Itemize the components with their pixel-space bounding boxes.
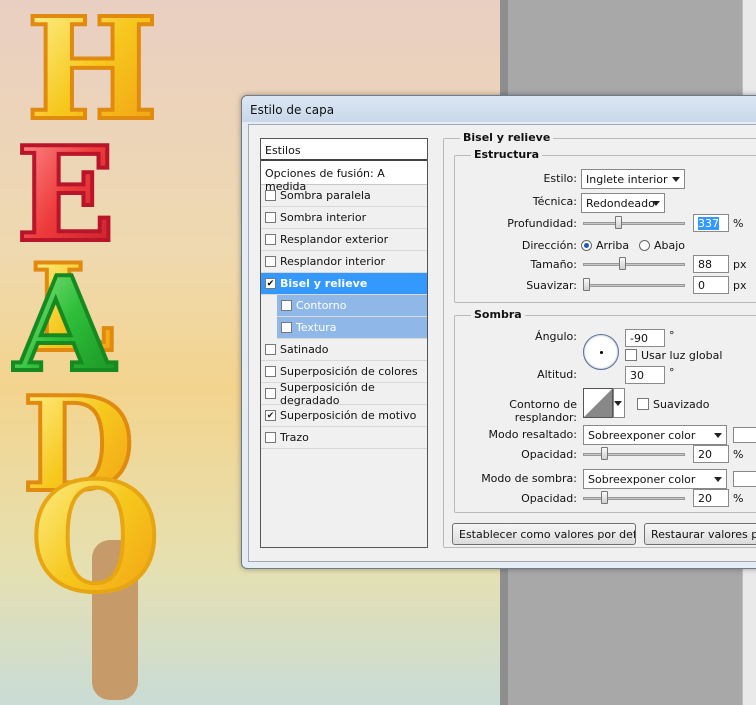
soften-slider[interactable]	[583, 278, 685, 292]
checkbox[interactable]	[265, 344, 276, 355]
style-item-contour[interactable]: Contorno	[277, 295, 427, 317]
size-slider[interactable]	[583, 257, 685, 271]
checkbox[interactable]	[265, 190, 276, 201]
style-item-inner-shadow[interactable]: Sombra interior	[261, 207, 427, 229]
angle-dial[interactable]	[583, 334, 619, 370]
highlight-mode-label: Modo resaltado:	[488, 428, 577, 441]
checkbox-checked[interactable]: ✔	[265, 410, 276, 421]
styles-list: Estilos Opciones de fusión: A medida Som…	[260, 138, 428, 548]
style-label: Estilo:	[543, 172, 577, 185]
style-item-gradient-overlay[interactable]: Superposición de degradado	[261, 381, 427, 407]
soften-unit: px	[733, 279, 747, 292]
slider-thumb[interactable]	[583, 278, 590, 291]
dropdown-arrow-icon	[614, 401, 622, 406]
reset-default-button[interactable]: Restaurar valores por d	[644, 523, 756, 545]
global-light-label: Usar luz global	[641, 349, 723, 362]
highlight-opacity-input[interactable]: 20	[693, 445, 729, 463]
dialog-title: Estilo de capa	[250, 103, 335, 117]
bevel-style-select[interactable]: Inglete interior	[581, 169, 685, 189]
checkbox[interactable]	[265, 256, 276, 267]
contour-curve-icon	[584, 389, 612, 417]
shadow-mode-label: Modo de sombra:	[481, 472, 577, 485]
depth-slider[interactable]	[583, 216, 685, 230]
dialog-body: Estilos Opciones de fusión: A medida Som…	[248, 124, 756, 562]
direction-down-radio[interactable]	[639, 240, 650, 251]
gloss-contour-label: Contorno de resplandor:	[509, 398, 577, 424]
size-unit: px	[733, 258, 747, 271]
slider-thumb[interactable]	[619, 257, 626, 270]
letter-o: O	[30, 450, 161, 626]
checkbox[interactable]	[281, 300, 292, 311]
highlight-opacity-label: Opacidad:	[521, 448, 577, 461]
shadow-opacity-label: Opacidad:	[521, 492, 577, 505]
style-item-satin[interactable]: Satinado	[261, 339, 427, 361]
style-item-texture[interactable]: Textura	[277, 317, 427, 339]
dropdown-arrow-icon	[714, 477, 722, 482]
bevel-emboss-group: Bisel y relieve Estructura Estilo: Ingle…	[443, 131, 756, 548]
depth-label: Profundidad:	[507, 217, 577, 230]
soften-label: Suavizar:	[526, 279, 577, 292]
depth-input[interactable]: 337	[693, 214, 729, 232]
direction-up-radio[interactable]	[581, 240, 592, 251]
style-item-bevel-emboss[interactable]: ✔ Bisel y relieve	[261, 273, 427, 295]
contour-dropdown[interactable]	[613, 388, 625, 418]
shadow-opacity-unit: %	[733, 492, 744, 505]
checkbox[interactable]	[265, 212, 276, 223]
highlight-mode-select[interactable]: Sobreexponer color	[583, 425, 727, 445]
shadow-color-swatch[interactable]	[733, 471, 756, 487]
dropdown-arrow-icon	[672, 177, 680, 182]
blend-options-item[interactable]: Opciones de fusión: A medida	[261, 161, 427, 193]
direction-up-label: Arriba	[596, 239, 630, 252]
technique-select[interactable]: Redondeado	[581, 193, 665, 213]
dropdown-arrow-icon	[714, 433, 722, 438]
slider-thumb[interactable]	[601, 447, 608, 460]
style-item-inner-glow[interactable]: Resplandor interior	[261, 251, 427, 273]
dialog-titlebar[interactable]: Estilo de capa	[242, 96, 756, 122]
direction-down-label: Abajo	[654, 239, 686, 252]
shadow-mode-select[interactable]: Sobreexponer color	[583, 469, 727, 489]
direction-label: Dirección:	[521, 239, 577, 252]
checkbox[interactable]	[281, 322, 292, 333]
checkbox[interactable]	[265, 234, 276, 245]
antialiased-label: Suavizado	[653, 398, 710, 411]
altitude-unit: °	[669, 366, 675, 379]
layer-style-dialog: Estilo de capa Estilos Opciones de fusió…	[241, 95, 756, 569]
highlight-opacity-unit: %	[733, 448, 744, 461]
shadow-opacity-slider[interactable]	[583, 491, 685, 505]
checkbox[interactable]	[265, 432, 276, 443]
bevel-emboss-title: Bisel y relieve	[460, 131, 554, 144]
structure-group: Estructura Estilo: Inglete interior Técn…	[454, 148, 756, 303]
gloss-contour-picker[interactable]	[583, 388, 613, 418]
make-default-button[interactable]: Establecer como valores por defecto	[452, 523, 636, 545]
shadow-opacity-input[interactable]: 20	[693, 489, 729, 507]
altitude-input[interactable]: 30	[625, 366, 665, 384]
checkbox[interactable]	[265, 366, 276, 377]
slider-thumb[interactable]	[615, 216, 622, 229]
depth-unit: %	[733, 217, 744, 230]
highlight-opacity-slider[interactable]	[583, 447, 685, 461]
style-item-drop-shadow[interactable]: Sombra paralela	[261, 185, 427, 207]
angle-unit: °	[669, 329, 675, 342]
size-label: Tamaño:	[530, 258, 577, 271]
checkbox[interactable]	[265, 388, 276, 399]
shading-title: Sombra	[471, 308, 525, 321]
structure-title: Estructura	[471, 148, 543, 161]
altitude-label: Altitud:	[537, 368, 577, 381]
style-item-pattern-overlay[interactable]: ✔ Superposición de motivo	[261, 405, 427, 427]
soften-input[interactable]: 0	[693, 276, 729, 294]
size-input[interactable]: 88	[693, 255, 729, 273]
antialiased-checkbox[interactable]	[637, 398, 649, 410]
angle-label: Ángulo:	[535, 330, 577, 343]
global-light-checkbox[interactable]	[625, 349, 637, 361]
dropdown-arrow-icon	[652, 201, 660, 206]
technique-label: Técnica:	[532, 195, 577, 208]
slider-thumb[interactable]	[601, 491, 608, 504]
shading-group: Sombra Ángulo: -90 ° Usar luz global Alt…	[454, 308, 756, 513]
angle-input[interactable]: -90	[625, 329, 665, 347]
highlight-color-swatch[interactable]	[733, 427, 756, 443]
style-item-stroke[interactable]: Trazo	[261, 427, 427, 449]
style-item-outer-glow[interactable]: Resplandor exterior	[261, 229, 427, 251]
styles-header[interactable]: Estilos	[261, 139, 427, 161]
checkbox-checked[interactable]: ✔	[265, 278, 276, 289]
